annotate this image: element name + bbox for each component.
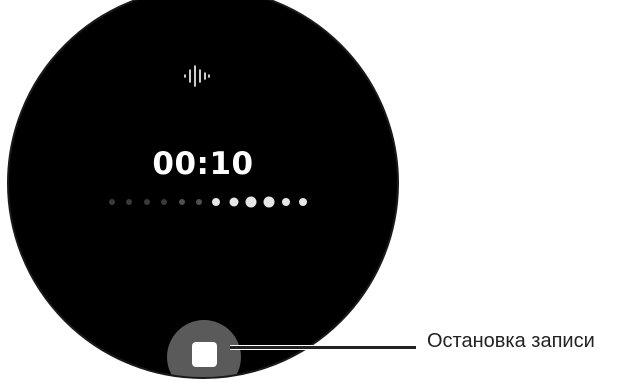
level-dot <box>178 199 185 205</box>
level-dot <box>161 199 168 205</box>
voice-waveform-icon <box>184 65 210 87</box>
callout-label: Остановка записи <box>427 330 595 352</box>
level-dot <box>212 198 221 206</box>
level-dot <box>143 199 150 205</box>
level-dot <box>229 197 239 207</box>
level-dot <box>299 198 308 206</box>
level-dot <box>282 198 290 206</box>
elapsed-time: 00:10 <box>152 146 254 182</box>
recording-level-meter <box>106 195 326 209</box>
level-dot <box>109 199 115 205</box>
level-dot <box>196 199 202 205</box>
callout-line <box>230 345 416 350</box>
level-dot <box>245 196 257 208</box>
stop-icon <box>192 342 217 367</box>
level-dot <box>126 199 133 205</box>
watch-face: 00:10 <box>7 0 399 379</box>
level-dot <box>263 196 275 208</box>
